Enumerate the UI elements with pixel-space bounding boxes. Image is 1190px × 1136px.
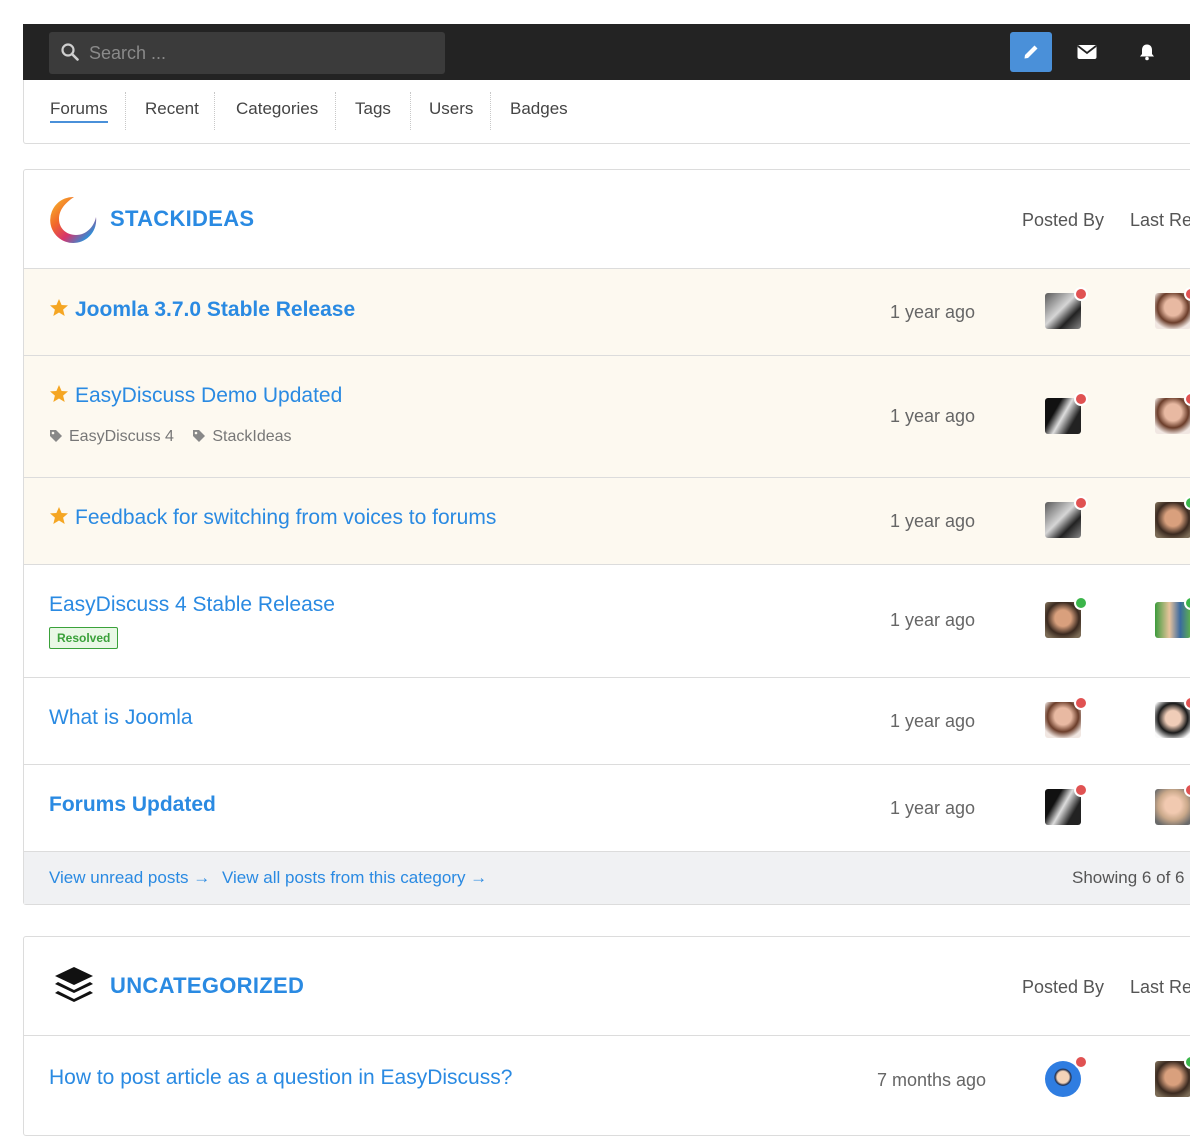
post-tags: EasyDiscuss 4 StackIdeas <box>49 428 306 446</box>
resolved-badge: Resolved <box>49 627 119 649</box>
last-reply-avatar[interactable] <box>1155 596 1190 638</box>
category-title[interactable]: UNCATEGORIZED <box>110 973 304 999</box>
featured-star-icon <box>50 385 68 402</box>
tag-link[interactable]: StackIdeas <box>192 428 292 445</box>
forum-nav: Forums Recent Categories Tags Users Badg… <box>23 80 1190 144</box>
post-time: 1 year ago <box>890 798 976 818</box>
post-row: What is Joomla 1 year ago <box>24 678 1190 765</box>
featured-star-icon <box>50 507 68 524</box>
notifications-button[interactable] <box>1126 32 1168 72</box>
column-posted-by: Posted By <box>1022 977 1105 997</box>
category-panel: STACKIDEAS Posted By Last Re Joomla 3.7.… <box>23 169 1190 905</box>
last-reply-avatar[interactable] <box>1155 1055 1190 1097</box>
post-title-link[interactable]: Forums Updated <box>49 793 216 817</box>
post-time: 1 year ago <box>890 711 976 731</box>
last-reply-avatar[interactable] <box>1155 496 1190 538</box>
online-status-dot <box>1074 596 1088 610</box>
offline-status-dot <box>1074 783 1088 797</box>
category-header: STACKIDEAS Posted By Last Re <box>24 170 1190 269</box>
nav-divider <box>490 92 491 130</box>
post-time: 7 months ago <box>877 1070 987 1090</box>
post-row: EasyDiscuss Demo Updated EasyDiscuss 4 S… <box>24 356 1190 478</box>
offline-status-dot <box>1074 496 1088 510</box>
offline-status-dot <box>1074 287 1088 301</box>
nav-divider <box>410 92 411 130</box>
featured-star-icon <box>50 299 68 316</box>
last-reply-avatar[interactable] <box>1155 783 1190 825</box>
post-title-text: Joomla 3.7.0 Stable Release <box>75 298 356 321</box>
last-reply-avatar[interactable] <box>1155 696 1190 738</box>
post-row: Joomla 3.7.0 Stable Release 1 year ago <box>24 269 1190 356</box>
last-reply-avatar[interactable] <box>1155 287 1190 329</box>
search-icon <box>61 43 79 61</box>
post-title-link[interactable]: How to post article as a question in Eas… <box>49 1066 512 1090</box>
tab-badges[interactable]: Badges <box>510 80 568 142</box>
last-reply-avatar[interactable] <box>1155 392 1190 434</box>
post-time: 1 year ago <box>890 302 976 322</box>
search-input[interactable] <box>87 32 437 74</box>
bell-icon <box>1140 44 1154 61</box>
post-title-link[interactable]: EasyDiscuss 4 Stable Release <box>49 593 335 617</box>
tab-recent[interactable]: Recent <box>145 80 199 142</box>
post-title-link[interactable]: Feedback for switching from voices to fo… <box>49 506 496 530</box>
column-last-reply: Last Re <box>1130 977 1190 997</box>
stackideas-logo-icon <box>50 196 97 243</box>
showing-count: Showing 6 of 6 p <box>1072 868 1190 887</box>
offline-status-dot <box>1074 392 1088 406</box>
column-last-reply: Last Re <box>1130 210 1190 230</box>
search-box <box>49 32 445 74</box>
category-header: UNCATEGORIZED Posted By Last Re <box>24 937 1190 1036</box>
view-unread-link[interactable]: View unread posts → <box>49 868 210 888</box>
poster-avatar[interactable] <box>1045 496 1088 538</box>
tab-tags[interactable]: Tags <box>355 80 391 142</box>
post-time: 1 year ago <box>890 511 976 531</box>
view-all-posts-link[interactable]: View all posts from this category → <box>222 868 487 888</box>
offline-status-dot <box>1074 1055 1088 1069</box>
nav-divider <box>214 92 215 130</box>
post-title-link[interactable]: What is Joomla <box>49 706 193 730</box>
poster-avatar[interactable] <box>1045 696 1088 738</box>
compose-button[interactable] <box>1010 32 1052 72</box>
category-footer: View unread posts → View all posts from … <box>24 852 1190 904</box>
post-row: Feedback for switching from voices to fo… <box>24 478 1190 565</box>
poster-avatar[interactable] <box>1045 392 1088 434</box>
tab-users[interactable]: Users <box>429 80 473 142</box>
category-title[interactable]: STACKIDEAS <box>110 206 254 232</box>
post-row: How to post article as a question in Eas… <box>24 1036 1190 1123</box>
poster-avatar[interactable] <box>1045 783 1088 825</box>
tab-categories[interactable]: Categories <box>236 80 318 142</box>
nav-divider <box>125 92 126 130</box>
post-time: 1 year ago <box>890 406 976 426</box>
poster-avatar[interactable] <box>1045 1055 1088 1097</box>
envelope-icon <box>1077 45 1097 59</box>
post-row: EasyDiscuss 4 Stable Release Resolved 1 … <box>24 565 1190 678</box>
poster-avatar[interactable] <box>1045 287 1088 329</box>
category-panel: UNCATEGORIZED Posted By Last Re How to p… <box>23 936 1190 1136</box>
column-posted-by: Posted By <box>1022 210 1105 230</box>
poster-avatar[interactable] <box>1045 596 1088 638</box>
layers-icon <box>55 967 93 1002</box>
top-toolbar <box>23 24 1190 80</box>
nav-divider <box>335 92 336 130</box>
pencil-icon <box>1024 45 1038 59</box>
tag-icon <box>50 430 62 442</box>
messages-button[interactable] <box>1066 32 1108 72</box>
post-time: 1 year ago <box>890 610 976 630</box>
offline-status-dot <box>1074 696 1088 710</box>
post-title-link[interactable]: EasyDiscuss Demo Updated <box>49 384 342 408</box>
post-row: Forums Updated 1 year ago <box>24 765 1190 852</box>
tab-forums[interactable]: Forums <box>50 80 108 142</box>
tag-icon <box>193 430 206 442</box>
post-title-text: Feedback for switching from voices to fo… <box>75 506 497 529</box>
post-title-link[interactable]: Joomla 3.7.0 Stable Release <box>49 298 355 322</box>
post-title-text: EasyDiscuss Demo Updated <box>75 384 343 407</box>
tag-link[interactable]: EasyDiscuss 4 <box>49 428 174 445</box>
